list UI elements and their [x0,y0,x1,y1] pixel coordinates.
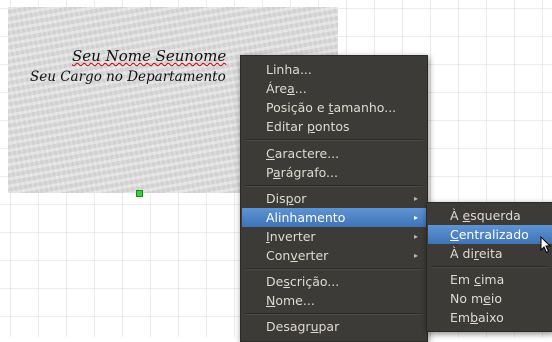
menu-item-descricao[interactable]: Descrição... [242,272,426,291]
triangle-right-icon: ▸ [413,251,418,260]
menu-separator [245,268,423,270]
card-title-text[interactable]: Seu Cargo no Departamento [30,69,226,85]
triangle-right-icon: ▸ [413,213,418,222]
menu-item-dispor[interactable]: Dispor ▸ [242,189,426,208]
submenu-item-direita[interactable]: À direita [428,244,552,263]
selection-handle[interactable] [136,190,143,197]
menu-item-nome[interactable]: Nome... [242,291,426,310]
menu-item-alinhamento[interactable]: Alinhamento ▸ [242,208,426,227]
menu-item-area[interactable]: Área... [242,79,426,98]
menu-item-inverter[interactable]: Inverter ▸ [242,227,426,246]
submenu-item-no-meio[interactable]: No meio [428,289,552,308]
submenu-item-centralizado[interactable]: Centralizado [428,225,552,244]
submenu-item-em-cima[interactable]: Em cima [428,270,552,289]
triangle-right-icon: ▸ [413,194,418,203]
menu-item-linha[interactable]: Linha... [242,60,426,79]
menu-item-caractere[interactable]: Caractere... [242,144,426,163]
menu-item-paragrafo[interactable]: Parágrafo... [242,163,426,182]
menu-separator [245,313,423,315]
menu-item-desagrupar[interactable]: Desagrupar [242,317,426,336]
menu-item-posicao-tamanho[interactable]: Posição e tamanho... [242,98,426,117]
context-menu: Linha... Área... Posição e tamanho... Ed… [240,55,428,342]
arrow-pointer-icon [540,236,552,254]
menu-separator [245,185,423,187]
menu-item-editar-pontos[interactable]: Editar pontos [242,117,426,136]
menu-separator [245,139,423,141]
card-name-text[interactable]: Seu Nome Seunome [72,47,226,65]
card-name-value: Seu Nome Seunome [72,47,227,65]
submenu-item-embaixo[interactable]: Embaixo [428,308,552,327]
menu-item-converter[interactable]: Converter ▸ [242,246,426,265]
alignment-submenu: À esquerda Centralizado À direita Em cim… [426,202,552,332]
triangle-right-icon: ▸ [413,232,418,241]
menu-separator [431,266,549,268]
submenu-item-esquerda[interactable]: À esquerda [428,206,552,225]
